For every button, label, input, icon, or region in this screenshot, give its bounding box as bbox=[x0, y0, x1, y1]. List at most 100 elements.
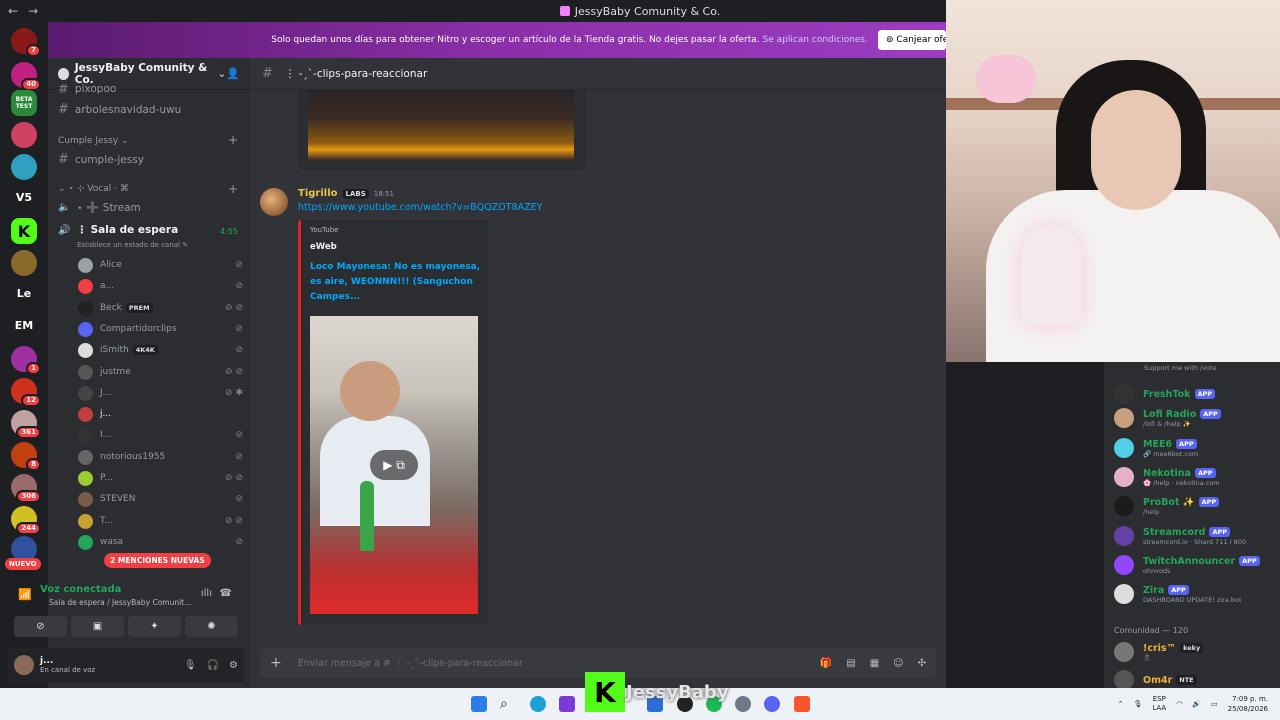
nuevo-badge[interactable]: NUEVO bbox=[5, 558, 41, 570]
voice-member[interactable]: a... ⊘ bbox=[78, 277, 243, 295]
voice-channel-stream[interactable]: 🔈 ⋆ ➕ Stream bbox=[58, 201, 141, 214]
server-icon-2[interactable]: 40 bbox=[11, 62, 41, 91]
message-link[interactable]: https://www.youtube.com/watch?v=BQQZOT8A… bbox=[298, 202, 542, 213]
soundboard-button[interactable]: ✺ bbox=[185, 616, 238, 637]
voice-member[interactable]: justme ⊘ ⊘ bbox=[78, 363, 243, 381]
clock[interactable]: 7:09 p. m. 25/08/2026 bbox=[1228, 694, 1268, 714]
edge-icon[interactable] bbox=[530, 696, 546, 712]
avatar[interactable] bbox=[260, 188, 288, 216]
voice-status-subtitle[interactable]: Sala de espera / JessyBaby Comunit... bbox=[49, 598, 191, 607]
category-vocal[interactable]: ⌄ ⋆ ⊹ Vocal ⋅ ⌘ bbox=[58, 184, 129, 194]
voice-member[interactable]: Alice ⊘ bbox=[78, 256, 243, 274]
server-icon-beta[interactable]: BETA TEST bbox=[11, 90, 37, 116]
nitro-banner: Solo quedan unos días para obtener Nitro… bbox=[48, 22, 946, 58]
voice-member[interactable]: Beck PREM ⊘ ⊘ bbox=[78, 299, 243, 317]
voice-member[interactable]: J... ⊘ ✱ bbox=[78, 384, 243, 402]
disconnect-icon[interactable]: ☎ bbox=[220, 588, 232, 599]
chevron-up-icon[interactable]: ⌃ bbox=[1118, 700, 1124, 708]
voice-member[interactable]: P... ⊘ ⊘ bbox=[78, 469, 243, 487]
username[interactable]: j... bbox=[40, 656, 95, 666]
signal-icon[interactable]: 📶 bbox=[18, 588, 32, 601]
language-indicator[interactable]: ESP LAA bbox=[1152, 695, 1166, 713]
avatar bbox=[78, 385, 93, 401]
voice-member[interactable]: iSmith 4K4K ⊘ bbox=[78, 341, 243, 359]
kick-server-icon[interactable]: K bbox=[11, 218, 37, 244]
voice-member-self[interactable]: j... bbox=[78, 405, 243, 423]
embed-thumbnail[interactable] bbox=[308, 90, 574, 160]
member-row[interactable]: TwitchAnnouncer APP ohnvods bbox=[1114, 555, 1280, 575]
member-row[interactable]: Streamcord APP streamcord.io · Shard 711 /… bbox=[1114, 526, 1280, 546]
category-cumple-jessy[interactable]: Cumple Jessy ⌄ bbox=[58, 136, 129, 146]
voice-status-title[interactable]: Voz conectada bbox=[40, 584, 121, 595]
channel-status-hint[interactable]: Establece un estado de canal ✎ bbox=[77, 241, 188, 249]
video-thumbnail[interactable]: ▶ ⧉ bbox=[310, 316, 478, 614]
channel-partial[interactable]: # pixopoo bbox=[58, 84, 116, 94]
embed-title[interactable]: Loco Mayonesa: No es mayonesa, es aire, … bbox=[310, 260, 482, 305]
channel-arbolesnavidad[interactable]: # arbolesnavidad-uwu bbox=[58, 102, 181, 117]
voice-channel-sala[interactable]: 🔊 ⋮ Sala de espera bbox=[58, 224, 178, 236]
settings-icon[interactable] bbox=[735, 696, 751, 712]
noise-suppression-icon[interactable]: ıllı bbox=[201, 588, 212, 599]
server-icon-4[interactable] bbox=[11, 154, 37, 180]
voice-member[interactable]: I... ⊘ bbox=[78, 426, 243, 444]
app-icon[interactable] bbox=[559, 696, 575, 712]
server-icon-5[interactable] bbox=[11, 250, 37, 276]
server-icon-le[interactable]: Le bbox=[11, 280, 37, 306]
server-icon-11[interactable]: 244 bbox=[11, 506, 41, 535]
server-icon-6[interactable]: 1 bbox=[11, 346, 41, 375]
apps-icon[interactable]: ✣ bbox=[918, 658, 926, 669]
discord-icon[interactable] bbox=[764, 696, 780, 712]
voice-member[interactable]: Compartidorclips ⊘ bbox=[78, 320, 243, 338]
play-icon[interactable]: ▶ ⧉ bbox=[370, 450, 418, 480]
member-row[interactable]: MEE6 APP 🔗 mee6bot.com bbox=[1114, 438, 1280, 458]
channel-cumple-jessy[interactable]: # cumple-jessy bbox=[58, 152, 144, 167]
battery-icon[interactable]: ▭ bbox=[1211, 700, 1218, 708]
server-icon-3[interactable] bbox=[11, 122, 37, 148]
member-row[interactable]: Lofi Radio APP/lofi & /help ✨ bbox=[1114, 408, 1280, 428]
server-icon-9[interactable]: 8 bbox=[11, 442, 41, 471]
avatar bbox=[1114, 384, 1134, 404]
member-row[interactable]: Om4r NTE bbox=[1114, 670, 1280, 690]
redeem-offer-button[interactable]: ⊚ Canjear ofe bbox=[878, 30, 946, 50]
voice-member[interactable]: T... ⊘ ⊘ bbox=[78, 512, 243, 530]
member-row[interactable]: ProBot ✨ APP/help bbox=[1114, 496, 1280, 516]
gif-icon[interactable]: ▤ bbox=[846, 658, 855, 669]
add-attachment-icon[interactable]: + bbox=[270, 655, 282, 671]
voice-member[interactable]: notorious1955 ⊘ bbox=[78, 448, 243, 466]
emoji-icon[interactable]: ☺ bbox=[893, 658, 903, 669]
microphone-icon[interactable]: 🎙 bbox=[184, 660, 197, 671]
member-row[interactable]: FreshTok APP bbox=[1114, 384, 1280, 404]
server-icon-v5[interactable]: V5 bbox=[11, 184, 37, 210]
volume-icon[interactable]: 🔊 bbox=[1192, 700, 1201, 708]
add-channel-icon[interactable]: + bbox=[228, 133, 238, 147]
new-mentions-pill[interactable]: 2 MENCIONES NUEVAS bbox=[104, 553, 211, 568]
brave-icon[interactable] bbox=[794, 696, 810, 712]
server-icon-1[interactable]: 7 bbox=[11, 28, 41, 57]
headphones-icon[interactable]: 🎧 bbox=[207, 660, 219, 671]
server-icon-8[interactable]: 361 bbox=[11, 410, 41, 439]
camera-off-button[interactable]: ⊘ bbox=[14, 616, 67, 637]
add-channel-icon[interactable]: + bbox=[228, 182, 238, 196]
server-icon-7[interactable]: 12 bbox=[11, 378, 41, 407]
banner-terms-link[interactable]: Se aplican condiciones. bbox=[763, 35, 869, 45]
server-icon-10[interactable]: 306 bbox=[11, 474, 41, 503]
member-row[interactable]: Zira APP DASHBOARD UPDATE! zira.bot bbox=[1114, 584, 1280, 604]
wifi-icon[interactable]: ◠ bbox=[1176, 700, 1182, 708]
voice-member[interactable]: wasa ⊘ bbox=[78, 533, 243, 551]
voice-member[interactable]: STEVEN ⊘ bbox=[78, 490, 243, 508]
search-icon[interactable]: ⌕ bbox=[500, 696, 516, 712]
gear-icon[interactable]: ⚙ bbox=[229, 660, 238, 671]
server-icon-em[interactable]: EM bbox=[11, 312, 37, 338]
sticker-icon[interactable]: ▦ bbox=[870, 658, 879, 669]
member-row[interactable]: Nekotina APP 🌸 /help · nekotina.com bbox=[1114, 467, 1280, 487]
start-icon[interactable] bbox=[471, 696, 487, 712]
avatar[interactable] bbox=[14, 655, 34, 675]
activities-button[interactable]: ✦ bbox=[128, 616, 181, 637]
member-row[interactable]: !cris™ keky 🎗 bbox=[1114, 642, 1280, 662]
embed-author[interactable]: eWeb bbox=[310, 242, 337, 252]
invite-user-icon[interactable]: 👤 bbox=[226, 67, 240, 80]
message-author[interactable]: Tigrillo bbox=[298, 188, 338, 199]
microphone-icon[interactable]: 🎙 bbox=[1133, 700, 1142, 708]
screen-share-button[interactable]: ▣ bbox=[71, 616, 124, 637]
gift-icon[interactable]: 🎁 bbox=[820, 658, 832, 669]
